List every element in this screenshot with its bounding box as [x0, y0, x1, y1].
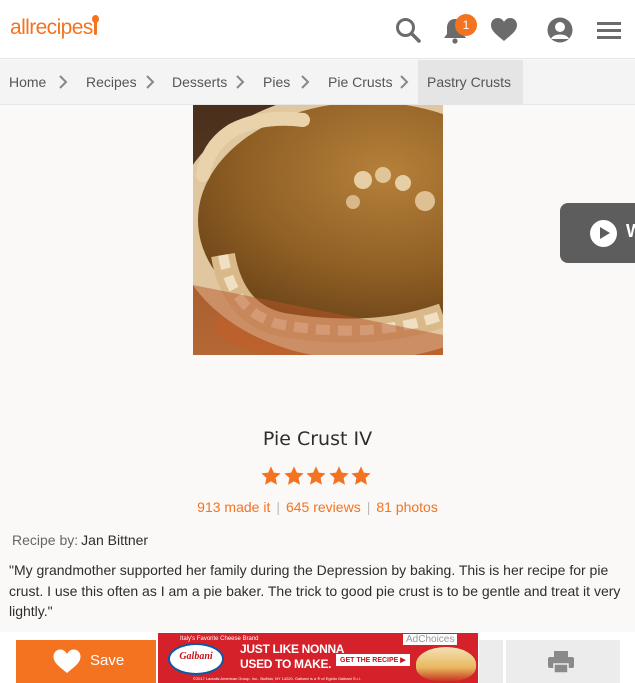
top-navigation-bar: allrecipes 1 [0, 0, 635, 59]
breadcrumb-pies[interactable]: Pies [263, 60, 290, 105]
star-icon [351, 466, 371, 485]
adchoices-label[interactable]: AdChoices [403, 634, 458, 645]
print-button[interactable] [506, 640, 620, 683]
chevron-right-icon [400, 75, 409, 89]
ad-cta-button[interactable]: GET THE RECIPE ▶ [336, 654, 410, 666]
breadcrumb-recipes[interactable]: Recipes [86, 60, 137, 105]
author-name[interactable]: Jan Bittner [81, 532, 148, 548]
ad-food-image [416, 647, 476, 681]
recipe-stats: 913 made it | 645 reviews | 81 photos [0, 499, 635, 515]
star-icon [283, 466, 304, 485]
spoon-icon [91, 15, 99, 35]
chevron-right-icon [146, 75, 155, 89]
ad-fine-print: ©2017 Lactalis American Group, Inc., Buf… [193, 676, 361, 681]
printer-icon [548, 651, 574, 674]
rating-stars[interactable] [260, 465, 373, 489]
save-button[interactable]: Save [16, 640, 156, 683]
divider: | [366, 499, 371, 515]
play-icon [590, 220, 617, 247]
star-icon [306, 466, 326, 485]
made-it-link[interactable]: 913 made it [197, 499, 270, 515]
star-icon [328, 466, 349, 485]
search-icon[interactable] [393, 15, 423, 45]
chevron-right-icon [236, 75, 245, 89]
author-label: Recipe by: [12, 532, 79, 548]
galbani-ad-banner[interactable]: Galbani Italy's Favorite Cheese Brand JU… [158, 633, 478, 683]
divider: | [276, 499, 280, 515]
breadcrumb-pie-crusts[interactable]: Pie Crusts [328, 60, 393, 105]
allrecipes-logo[interactable]: allrecipes [10, 15, 99, 40]
breadcrumb-desserts[interactable]: Desserts [172, 60, 227, 105]
recipe-photo[interactable] [193, 105, 443, 355]
chevron-right-icon [59, 75, 68, 89]
breadcrumb-pastry-crusts[interactable]: Pastry Crusts [418, 60, 523, 105]
recipe-title: Pie Crust IV [262, 428, 373, 450]
photos-link[interactable]: 81 photos [376, 499, 438, 515]
bottom-action-bar: Save Galbani Italy's Favorite Cheese Bra… [0, 632, 635, 683]
ad-headline: JUST LIKE NONNA USED TO MAKE. [240, 642, 345, 671]
reviews-link[interactable]: 645 reviews [286, 499, 361, 515]
notification-count-badge: 1 [455, 14, 477, 36]
recipe-description: "My grandmother supported her family dur… [9, 562, 621, 619]
user-icon[interactable] [545, 15, 575, 45]
heart-icon[interactable] [489, 15, 519, 45]
breadcrumb-home[interactable]: Home [9, 60, 46, 105]
recipe-author: Recipe by: Jan Bittner [12, 532, 148, 548]
chevron-right-icon [301, 75, 310, 89]
heart-icon [53, 649, 81, 673]
share-button[interactable] [479, 640, 503, 683]
star-icon [261, 466, 281, 485]
watch-video-button[interactable]: W [560, 203, 635, 263]
breadcrumb: Home Recipes Desserts Pies Pie Crusts Pa… [0, 60, 635, 105]
menu-icon[interactable] [594, 15, 624, 45]
